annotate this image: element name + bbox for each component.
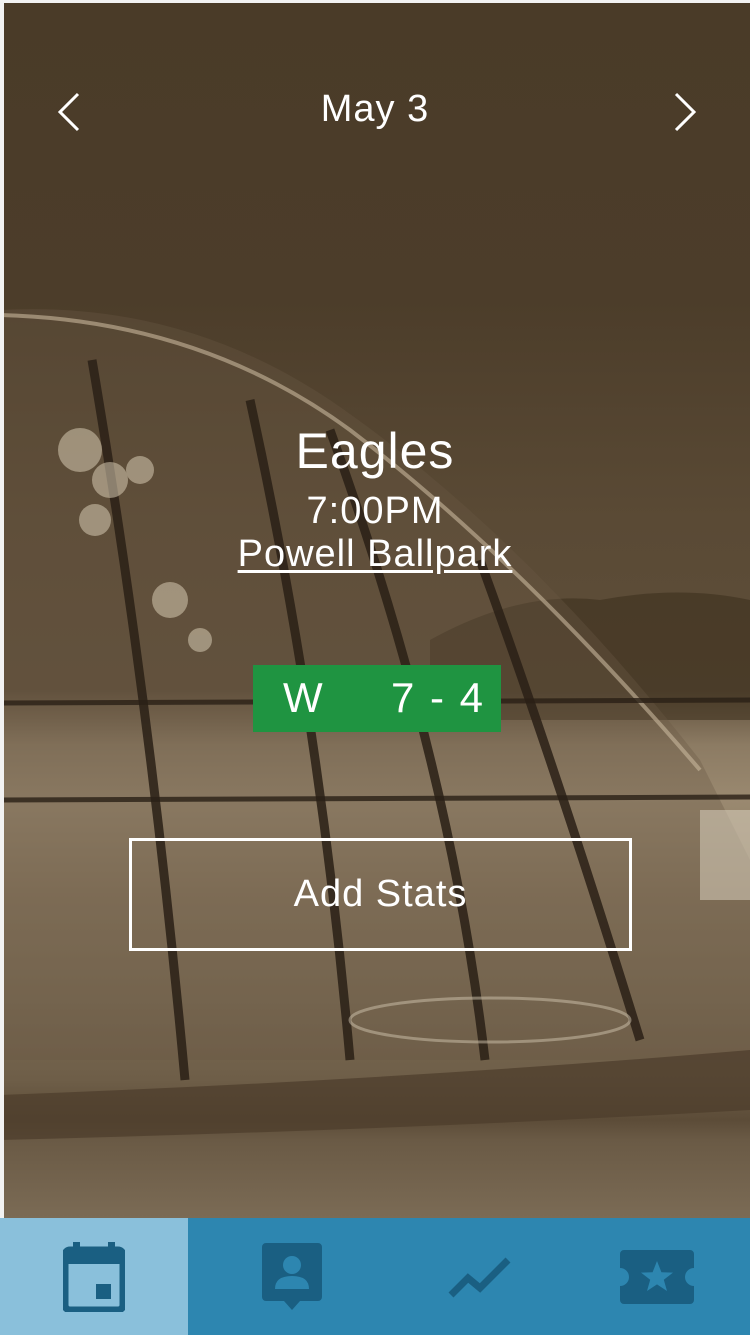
add-stats-label: Add Stats (293, 873, 468, 915)
result-score: 7 - 4 (391, 674, 486, 721)
result-outcome: W (283, 674, 323, 721)
tab-schedule[interactable] (0, 1218, 188, 1335)
player-card-icon (262, 1242, 322, 1310)
ballpark-background-image (0, 0, 750, 1218)
next-date-button[interactable] (666, 92, 706, 132)
trend-chart-icon (448, 1257, 511, 1297)
backstop-fence-illustration (0, 309, 750, 1140)
top-border (0, 0, 750, 3)
left-border (0, 0, 4, 1218)
add-stats-button[interactable]: Add Stats (129, 838, 632, 951)
game-time: 7:00PM (306, 490, 444, 532)
game-detail-screen: May 3 Eagles 7:00PM Powell Ballpark W 7 … (0, 0, 750, 1335)
date-title: May 3 (320, 88, 430, 130)
chevron-right-icon (674, 92, 697, 132)
star-ticket-icon (620, 1249, 694, 1304)
venue-link[interactable]: Powell Ballpark (238, 533, 513, 575)
result-badge: W 7 - 4 (253, 665, 501, 732)
venue-row: Powell Ballpark (0, 533, 750, 576)
tab-rewards[interactable] (564, 1218, 750, 1335)
calendar-icon (63, 1241, 125, 1312)
opponent-name: Eagles (295, 423, 455, 479)
bottom-tab-bar (0, 1218, 750, 1335)
tab-roster[interactable] (188, 1218, 396, 1335)
tab-stats[interactable] (396, 1218, 564, 1335)
